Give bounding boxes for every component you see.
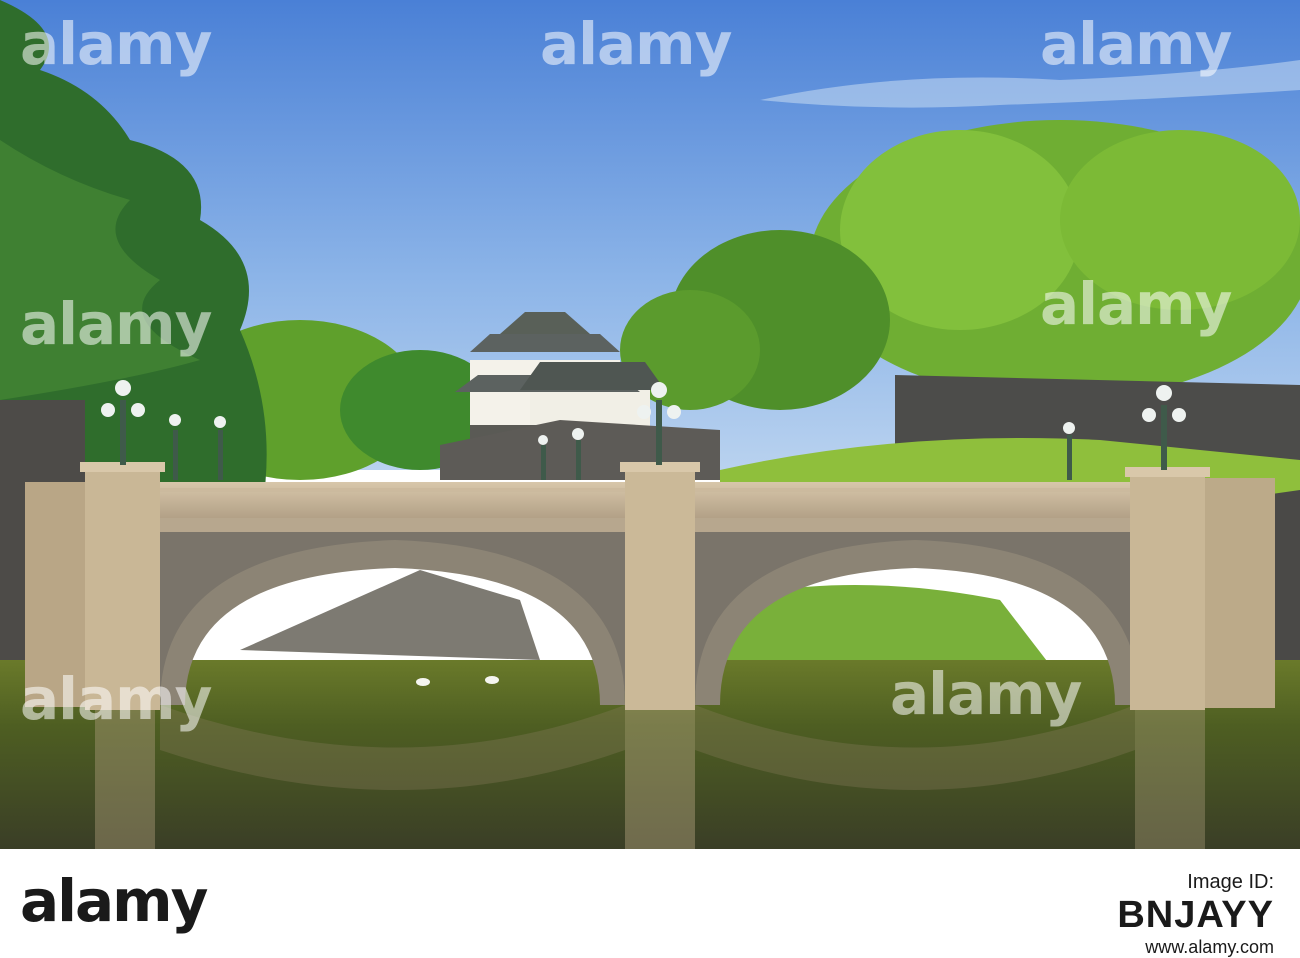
image-id-label: Image ID: (1187, 871, 1274, 893)
reflection (95, 705, 155, 849)
reflection (625, 705, 695, 849)
image-id-value: BNJAYY (1117, 894, 1274, 936)
photo: alamy alamy alamy alamy alamy alamy alam… (0, 0, 1300, 956)
site-url[interactable]: www.alamy.com (1117, 937, 1274, 958)
footer-bar: alamy Image ID: BNJAYY www.alamy.com (0, 849, 1300, 958)
swan (416, 678, 430, 686)
image-meta: Image ID: BNJAYY www.alamy.com (1117, 871, 1274, 958)
swan (485, 676, 499, 684)
bridge-photo (0, 0, 1300, 849)
reflection (1135, 705, 1205, 849)
tree-canopy (1060, 130, 1300, 310)
alamy-logo[interactable]: alamy (14, 863, 314, 943)
logo-text: alamy (20, 867, 208, 935)
